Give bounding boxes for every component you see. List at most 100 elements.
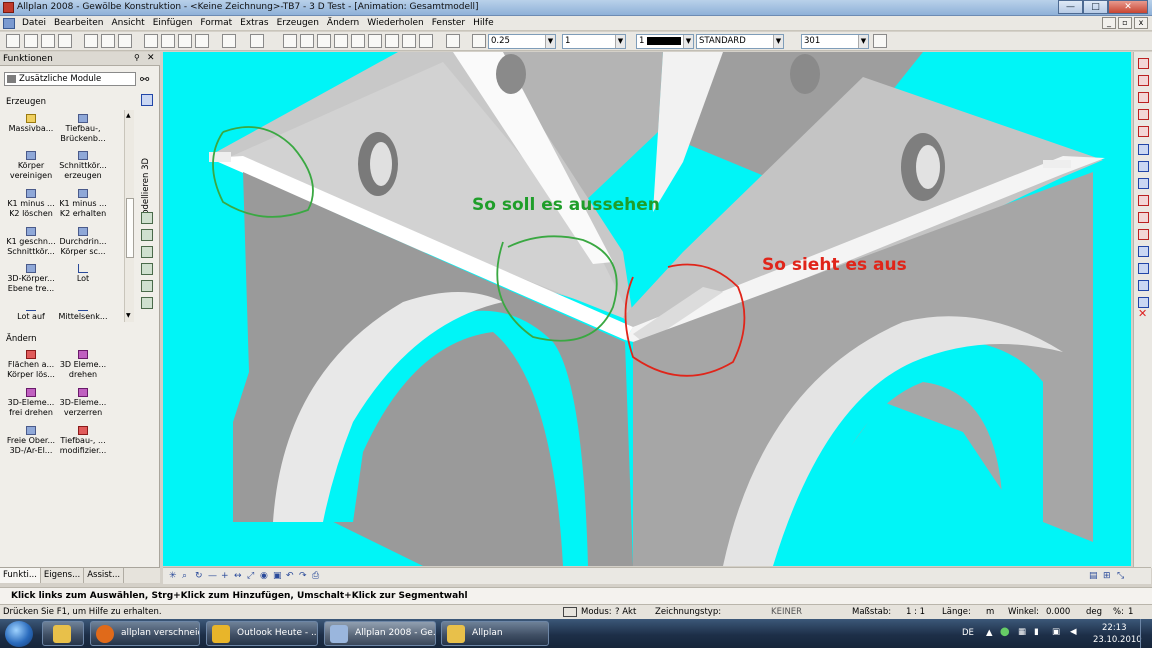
nav-undo-view-icon[interactable]: ↶	[286, 571, 294, 581]
fn-flaechen-abloesen[interactable]: Flächen a... Körper lös...	[6, 350, 56, 379]
modus-value[interactable]: ? Akt	[615, 607, 636, 617]
right-tool-12-icon[interactable]	[1138, 246, 1149, 257]
line-type-select[interactable]: 1 ▼	[562, 34, 626, 49]
menu-wiederholen[interactable]: Wiederholen	[363, 18, 427, 28]
nav-orbit-icon[interactable]: ↻	[195, 571, 203, 581]
tray-network-icon[interactable]: ▦	[1018, 627, 1026, 637]
tray-volume-icon[interactable]: ◀	[1070, 627, 1077, 637]
fn-durchdringung[interactable]: Durchdrin... Körper sc...	[58, 227, 108, 256]
right-tool-2-icon[interactable]	[1138, 75, 1149, 86]
nav-camera-icon[interactable]: ◉	[260, 571, 268, 581]
mdi-restore-button[interactable]: ▫	[1118, 17, 1132, 29]
modellieren-3d-tab[interactable]: Modellieren 3D	[141, 112, 153, 222]
view-grid-icon[interactable]: ⊞	[1103, 571, 1111, 581]
measure-icon[interactable]	[283, 34, 297, 48]
view-settings-icon[interactable]: ▤	[1089, 571, 1098, 581]
layer-select[interactable]: STANDARD ▼	[696, 34, 784, 49]
maximize-button[interactable]: □	[1083, 0, 1108, 14]
massstab-value[interactable]: 1 : 1	[906, 607, 925, 617]
pen-tool-icon[interactable]	[402, 34, 416, 48]
right-tool-13-icon[interactable]	[1138, 263, 1149, 274]
show-hidden-icons[interactable]: ▲	[986, 628, 993, 638]
paste-icon[interactable]	[178, 34, 192, 48]
right-tool-8-icon[interactable]	[1138, 178, 1149, 189]
render-icon[interactable]	[368, 34, 382, 48]
pen-property-icon[interactable]	[472, 34, 486, 48]
close-button[interactable]: ✕	[1108, 0, 1148, 14]
right-tool-11-icon[interactable]	[1138, 229, 1149, 240]
fn-freie-oberflaeche[interactable]: Freie Ober... 3D-/Ar-El...	[6, 426, 56, 455]
fn-3d-koerper-ebene[interactable]: 3D-Körper... Ebene tre...	[6, 264, 56, 293]
fn-3d-drehen[interactable]: 3D Eleme... drehen	[58, 350, 108, 379]
language-indicator[interactable]: DE	[962, 628, 974, 638]
strip-icon-6[interactable]	[141, 297, 153, 309]
taskbar-explorer-button[interactable]	[42, 621, 84, 646]
nav-move-icon[interactable]: ↔	[234, 571, 242, 581]
nav-print-view-icon[interactable]: ⎙	[312, 571, 319, 581]
taskbar-allplan-window-button[interactable]: Allplan 2008 - Ge...	[324, 621, 436, 646]
nav-zoom-icon[interactable]: ⌕	[182, 571, 187, 581]
strip-icon-4[interactable]	[141, 263, 153, 275]
fn-k1-minus-k2-loeschen[interactable]: K1 minus ... K2 löschen	[6, 189, 56, 218]
menu-aendern[interactable]: Ändern	[323, 18, 363, 28]
menu-ansicht[interactable]: Ansicht	[107, 18, 148, 28]
nav-zoom-out-icon[interactable]: —	[208, 571, 217, 581]
select-help-icon[interactable]	[446, 34, 460, 48]
menu-extras[interactable]: Extras	[236, 18, 272, 28]
mdi-minimize-button[interactable]: _	[1102, 17, 1116, 29]
right-tool-1-icon[interactable]	[1138, 58, 1149, 69]
cube-icon[interactable]	[419, 34, 433, 48]
strip-icon-3[interactable]	[141, 246, 153, 258]
nav-zoom-in-icon[interactable]: +	[221, 571, 229, 581]
menu-fenster[interactable]: Fenster	[428, 18, 469, 28]
winkel-value[interactable]: 0.000	[1046, 607, 1070, 617]
nav-fit-icon[interactable]: ⤢	[247, 571, 254, 581]
binoculars-icon[interactable]: ⚯	[140, 73, 149, 86]
clock-time[interactable]: 22:13	[1102, 623, 1127, 633]
right-tool-3-icon[interactable]	[1138, 92, 1149, 103]
tab-funktionen[interactable]: Funkti...	[0, 568, 41, 583]
copy-icon[interactable]	[161, 34, 175, 48]
functions-scrollbar[interactable]: ▲ ▼	[124, 110, 134, 322]
plot-icon[interactable]	[118, 34, 132, 48]
nav-redo-view-icon[interactable]: ↷	[299, 571, 307, 581]
3d-viewport[interactable]: So soll es aussehen So sieht es aus	[163, 52, 1131, 566]
strip-icon-5[interactable]	[141, 280, 153, 292]
zeichnungstyp-value[interactable]: KEINER	[771, 607, 802, 617]
windows-start-button[interactable]	[5, 621, 33, 647]
fn-schnittkoerper[interactable]: Schnittkör... erzeugen	[58, 151, 108, 180]
color-select[interactable]: 1 ▼	[636, 34, 694, 49]
panel-close-icon[interactable]: ✕	[147, 53, 155, 63]
laenge-value[interactable]: m	[986, 607, 994, 617]
tray-signal-icon[interactable]: ▮	[1034, 627, 1039, 637]
modellieren-3d-icon[interactable]	[141, 94, 153, 106]
format-properties-icon[interactable]	[873, 34, 887, 48]
menu-einfuegen[interactable]: Einfügen	[149, 18, 197, 28]
ruler-icon[interactable]	[317, 34, 331, 48]
clock-date[interactable]: 23.10.2010	[1093, 635, 1142, 645]
fn-tiefbau[interactable]: Tiefbau-, Brückenb...	[58, 114, 108, 143]
print-icon[interactable]	[84, 34, 98, 48]
mdi-close-button[interactable]: x	[1134, 17, 1148, 29]
hatch-select[interactable]: 301 ▼	[801, 34, 869, 49]
fn-lot-auf[interactable]: Lot auf	[6, 302, 56, 322]
menu-hilfe[interactable]: Hilfe	[469, 18, 497, 28]
fn-3d-frei-drehen[interactable]: 3D-Eleme... frei drehen	[6, 388, 56, 417]
print-preview-icon[interactable]	[101, 34, 115, 48]
fn-k1-minus-k2-erhalten[interactable]: K1 minus ... K2 erhalten	[58, 189, 108, 218]
view-select-icon[interactable]: ⤡	[1117, 571, 1124, 581]
strip-icon-2[interactable]	[141, 229, 153, 241]
taskbar-allplan-button[interactable]: Allplan	[441, 621, 549, 646]
taskbar-firefox-button[interactable]: allplan verschneid...	[90, 621, 200, 646]
format-painter-icon[interactable]	[195, 34, 209, 48]
menu-erzeugen[interactable]: Erzeugen	[273, 18, 323, 28]
format-lock-icon[interactable]	[787, 34, 801, 48]
scrollbar-thumb[interactable]	[126, 198, 134, 258]
nav-window-icon[interactable]: ▣	[273, 571, 282, 581]
menu-bearbeiten[interactable]: Bearbeiten	[50, 18, 107, 28]
right-tool-4-icon[interactable]	[1138, 109, 1149, 120]
tray-display-icon[interactable]: ▣	[1052, 627, 1060, 637]
fn-lot[interactable]: Lot	[58, 264, 108, 284]
percent-value[interactable]: 1	[1128, 607, 1133, 617]
taskbar-outlook-button[interactable]: Outlook Heute - ...	[206, 621, 318, 646]
